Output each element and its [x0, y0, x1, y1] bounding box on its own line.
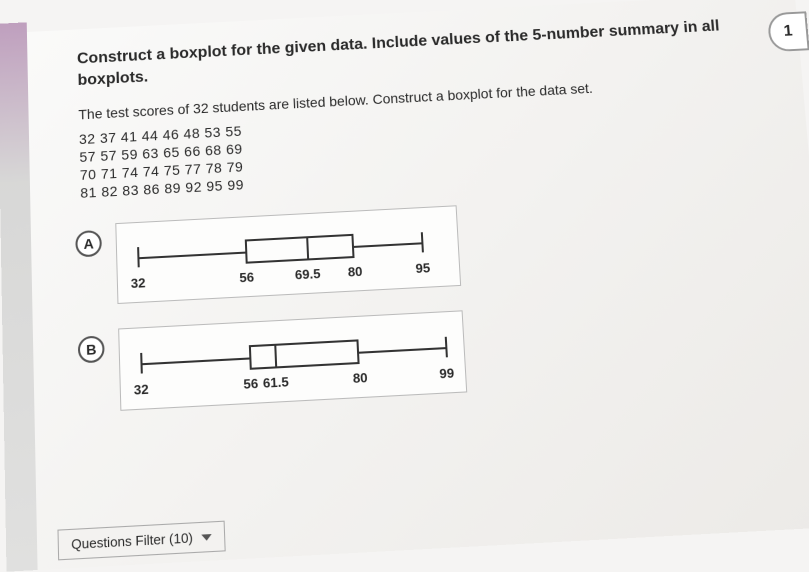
boxplot-a: 32 56 69.5 80 95: [115, 205, 461, 304]
tick-min: [140, 353, 143, 374]
chevron-down-icon: [201, 534, 212, 541]
value-label-median: 69.5: [295, 266, 321, 283]
whisker-left: [140, 357, 249, 365]
whisker-left: [137, 251, 245, 259]
questions-filter-button[interactable]: Questions Filter (10): [57, 521, 225, 561]
value-label-q1: 56: [239, 269, 254, 285]
value-label-q3: 80: [347, 263, 362, 279]
choice-letter: B: [78, 335, 105, 363]
question-number-badge: 1: [767, 11, 809, 52]
choice-b[interactable]: B 325661.58099: [84, 293, 788, 412]
value-label-min: 32: [134, 381, 149, 397]
box-iqr: [249, 339, 359, 369]
whisker-right: [359, 347, 445, 354]
boxplot-b: 32 56 61.5 80 99: [118, 310, 467, 411]
filter-label: Questions Filter (10): [71, 530, 193, 552]
value-label-max: 99: [439, 365, 455, 381]
question-number: 1: [783, 23, 793, 41]
tick-min: [137, 247, 140, 267]
choice-a[interactable]: A 325669.58095: [81, 189, 778, 306]
whisker-right: [354, 242, 422, 248]
question-page: 1 Construct a boxplot for the given data…: [27, 0, 809, 570]
boxplot-axis: 32 56 69.5 80 95: [127, 219, 450, 296]
tick-max: [421, 232, 424, 252]
choice-letter: A: [75, 230, 102, 258]
value-label-min: 32: [131, 275, 146, 291]
value-label-median: 61.5: [263, 374, 289, 391]
tick-max: [445, 337, 448, 358]
boxplot-axis: 32 56 61.5 80 99: [130, 324, 456, 403]
value-label-q1: 56: [243, 375, 258, 391]
box-iqr: [245, 234, 354, 264]
value-label-max: 95: [415, 260, 430, 276]
value-label-q3: 80: [352, 370, 367, 386]
